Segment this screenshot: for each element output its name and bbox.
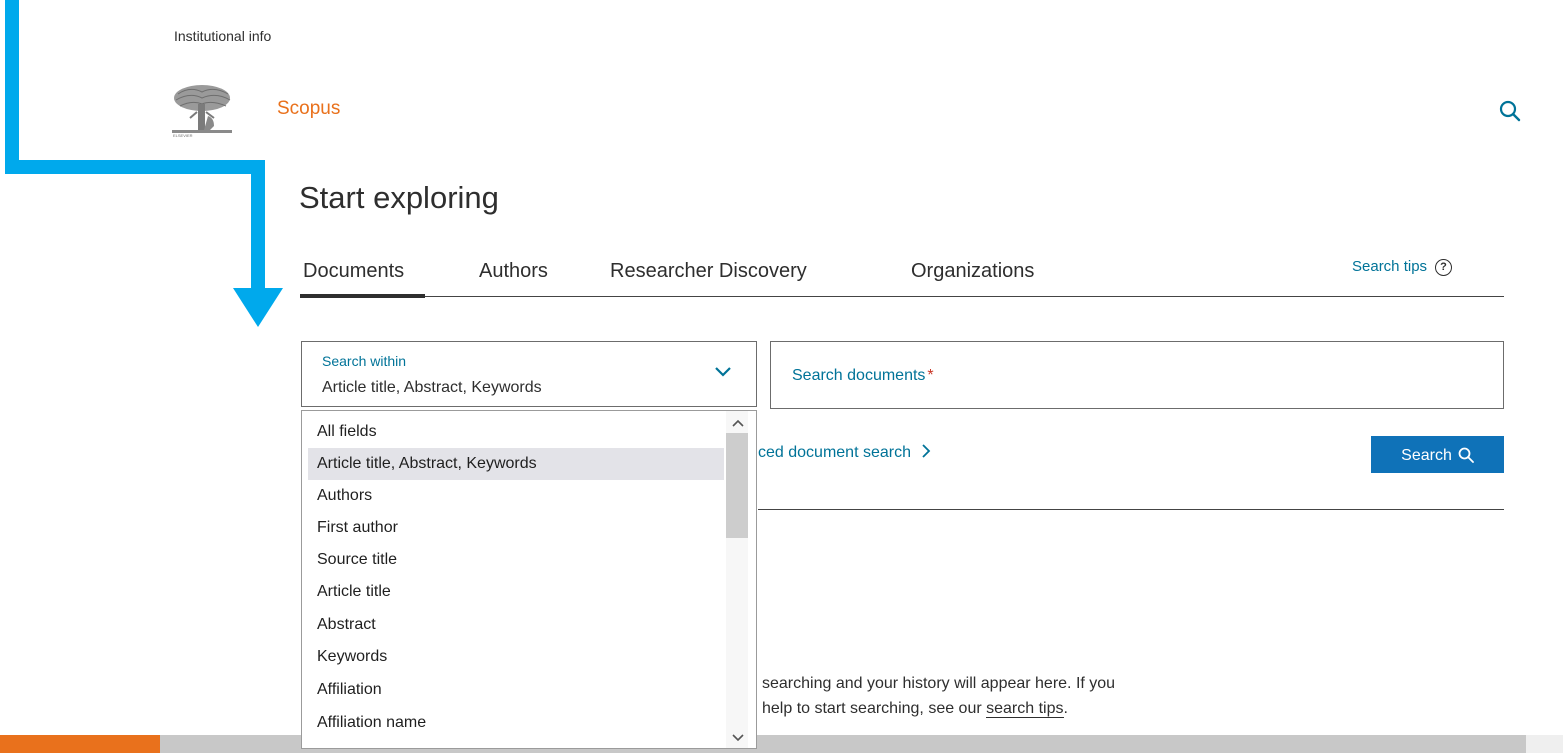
search-tips-link[interactable]: Search tips? [1352,258,1453,276]
dropdown-option-article-title[interactable]: Article title [308,576,724,608]
search-documents-placeholder: Search documents * [792,367,934,385]
search-icon[interactable] [1497,98,1523,124]
search-icon [1458,447,1474,463]
tab-researcher-discovery[interactable]: Researcher Discovery [610,260,807,283]
search-tips-label: Search tips [1352,258,1428,275]
tab-documents[interactable]: Documents [299,260,426,298]
search-button-label: Search [1401,447,1452,464]
dropdown-option-keywords[interactable]: Keywords [308,641,724,673]
search-button[interactable]: Search [1371,436,1504,473]
dropdown-option-abstract[interactable]: Abstract [308,609,724,641]
search-within-dropdown[interactable]: All fields Article title, Abstract, Keyw… [301,410,757,749]
institutional-info[interactable]: Institutional info [174,28,271,44]
history-line-2-prefix: help to start searching, see our [762,700,987,717]
search-documents-input[interactable]: Search documents * [770,341,1504,409]
dropdown-option-article-title-abstract-keywords[interactable]: Article title, Abstract, Keywords [308,448,724,480]
search-history-message: searching and your history will appear h… [762,671,1115,721]
dropdown-option-first-author[interactable]: First author [308,512,724,544]
history-line-2-suffix: . [1063,700,1068,717]
placeholder-text: Search documents [792,367,926,384]
search-type-tabs: Documents Authors Researcher Discovery O… [299,258,1504,298]
advanced-document-search-link[interactable]: ced document search [758,444,931,462]
tab-organizations[interactable]: Organizations [911,260,1034,283]
dropdown-option-source-title[interactable]: Source title [308,544,724,576]
footer-bar [0,735,1563,753]
scopus-brand[interactable]: Scopus [277,98,340,120]
footer-accent [0,735,160,753]
annotation-arrow [5,0,283,327]
dropdown-option-affiliation-name[interactable]: Affiliation name [308,707,724,739]
tab-authors[interactable]: Authors [479,260,548,283]
chevron-right-icon [922,444,931,458]
search-within-label: Search within [322,353,407,369]
dropdown-option-authors[interactable]: Authors [308,480,724,512]
required-mark: * [927,367,934,384]
footer-end [1526,735,1563,753]
svg-text:ELSEVIER: ELSEVIER [173,133,193,138]
divider [758,509,1504,510]
dropdown-scrollbar-thumb[interactable] [726,433,748,538]
help-circle-icon: ? [1435,259,1453,276]
search-within-select[interactable]: Search within Article title, Abstract, K… [301,341,757,407]
dropdown-option-affiliation[interactable]: Affiliation [308,674,724,706]
history-line-2: help to start searching, see our search … [762,696,1115,721]
dropdown-option-all-fields[interactable]: All fields [308,416,724,448]
page-title: Start exploring [299,180,499,215]
scroll-down-arrow-icon[interactable] [732,734,744,742]
search-within-value: Article title, Abstract, Keywords [322,379,542,396]
chevron-down-icon [715,367,731,377]
scroll-up-arrow-icon[interactable] [732,419,744,427]
history-line-1: searching and your history will appear h… [762,675,1116,692]
search-tips-inline-link[interactable]: search tips [986,700,1064,718]
advanced-search-label: ced document search [758,444,911,461]
elsevier-tree-logo-icon: ELSEVIER [172,85,232,138]
